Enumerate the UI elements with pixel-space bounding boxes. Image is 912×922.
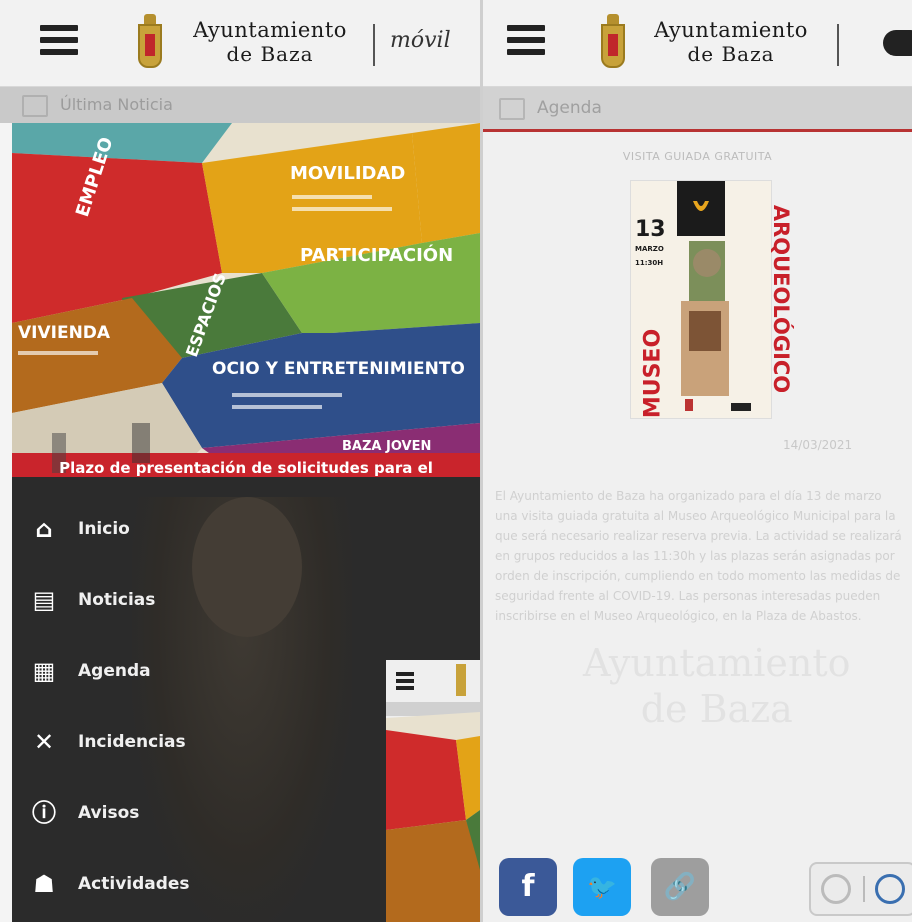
menu-hamburger-icon[interactable]: [40, 25, 78, 57]
facebook-icon: f: [521, 869, 535, 904]
brand-line1: Ayuntamiento: [654, 18, 808, 42]
event-date: 14/03/2021: [783, 438, 853, 452]
link-share-button[interactable]: 🔗: [651, 858, 709, 916]
newspaper-icon: ▤: [32, 586, 56, 614]
section-title: Agenda: [537, 98, 602, 118]
poster-day: 13: [635, 217, 666, 242]
zoom-in-icon[interactable]: [875, 874, 905, 904]
brand-line2: de Baza: [226, 42, 314, 66]
menu-item-inicio[interactable]: ⌂ Inicio: [12, 507, 312, 551]
banner-graphic: [12, 123, 480, 477]
event-poster[interactable]: 13 MARZO 11:30H MUSEO ARQUEOLÓGICO: [630, 180, 793, 419]
menu-item-incidencias[interactable]: ✕ Incidencias: [12, 720, 312, 764]
poster-word2: ARQUEOLÓGICO: [769, 204, 793, 394]
header-divider: [837, 24, 839, 66]
event-heading: VISITA GUIADA GRATUITA: [622, 150, 773, 163]
section-title-bar: Agenda: [483, 87, 912, 132]
tile-movilidad: MOVILIDAD: [290, 163, 406, 184]
menu-item-noticias[interactable]: ▤ Noticias: [12, 578, 312, 622]
menu-hamburger-icon[interactable]: [507, 25, 545, 57]
brand-line2: de Baza: [687, 42, 775, 66]
link-icon: 🔗: [663, 872, 697, 902]
tools-icon: ✕: [33, 728, 55, 756]
news-icon: [22, 95, 48, 117]
calendar-icon: ▦: [32, 657, 56, 685]
watermark-line1: Ayuntamiento: [583, 641, 851, 685]
section-title: Última Noticia: [60, 95, 173, 114]
event-description: El Ayuntamiento de Baza ha organizado pa…: [495, 489, 902, 623]
poster-word1: MUSEO: [640, 328, 666, 419]
app-preview-thumbnail: [386, 660, 480, 922]
section-title-bar: Última Noticia: [0, 87, 480, 123]
header-divider: [373, 24, 375, 66]
home-icon: ⌂: [35, 515, 53, 543]
menu-item-label: Avisos: [78, 803, 140, 823]
chat-bubble-icon[interactable]: [883, 30, 912, 56]
zoom-controls: [809, 862, 912, 916]
watermark-line2: de Baza: [640, 687, 793, 731]
watermark: Ayuntamiento de Baza: [583, 640, 851, 732]
coat-of-arms-logo: [601, 14, 625, 72]
calendar-icon: [499, 98, 525, 120]
banner-caption: Plazo de presentación de solicitudes par…: [59, 459, 433, 477]
poster-time: 11:30H: [635, 259, 664, 267]
menu-item-avisos[interactable]: ⓘ Avisos: [12, 791, 312, 835]
people-icon: ☗: [33, 870, 55, 898]
menu-item-label: Actividades: [78, 874, 190, 894]
app-header: Ayuntamiento de Baza móvil: [0, 0, 480, 87]
left-screen: Ayuntamiento de Baza móvil Última Notici…: [0, 0, 480, 922]
tile-ocio: OCIO Y ENTRETENIMIENTO: [212, 359, 465, 379]
brand-name: Ayuntamiento de Baza: [190, 18, 350, 66]
menu-item-label: Noticias: [78, 590, 156, 610]
twitter-share-button[interactable]: 🐦: [573, 858, 631, 916]
news-banner-image[interactable]: EMPLEO MOVILIDAD PARTICIPACIÓN ESPACIOS …: [12, 123, 480, 477]
alert-icon: ⓘ: [32, 799, 56, 827]
menu-item-label: Inicio: [78, 519, 130, 539]
brand-suffix: móvil: [390, 28, 451, 53]
coat-of-arms-logo: [138, 14, 162, 72]
menu-item-label: Incidencias: [78, 732, 186, 752]
app-header: Ayuntamiento de Baza: [483, 0, 912, 87]
brand-line1: Ayuntamiento: [193, 18, 347, 42]
tile-participacion: PARTICIPACIÓN: [300, 245, 454, 266]
right-screen: Ayuntamiento de Baza Agenda VISITA GUIAD…: [483, 0, 912, 922]
menu-item-label: Agenda: [78, 661, 151, 681]
menu-item-agenda[interactable]: ▦ Agenda: [12, 649, 312, 693]
tile-joven: BAZA JOVEN: [342, 439, 432, 454]
brand-name: Ayuntamiento de Baza: [651, 18, 811, 66]
poster-month: MARZO: [635, 245, 664, 253]
menu-item-actividades[interactable]: ☗ Actividades: [12, 862, 312, 906]
facebook-share-button[interactable]: f: [499, 858, 557, 916]
twitter-icon: 🐦: [587, 873, 617, 901]
zoom-out-icon[interactable]: [821, 874, 851, 904]
tile-vivienda: VIVIENDA: [18, 323, 111, 343]
